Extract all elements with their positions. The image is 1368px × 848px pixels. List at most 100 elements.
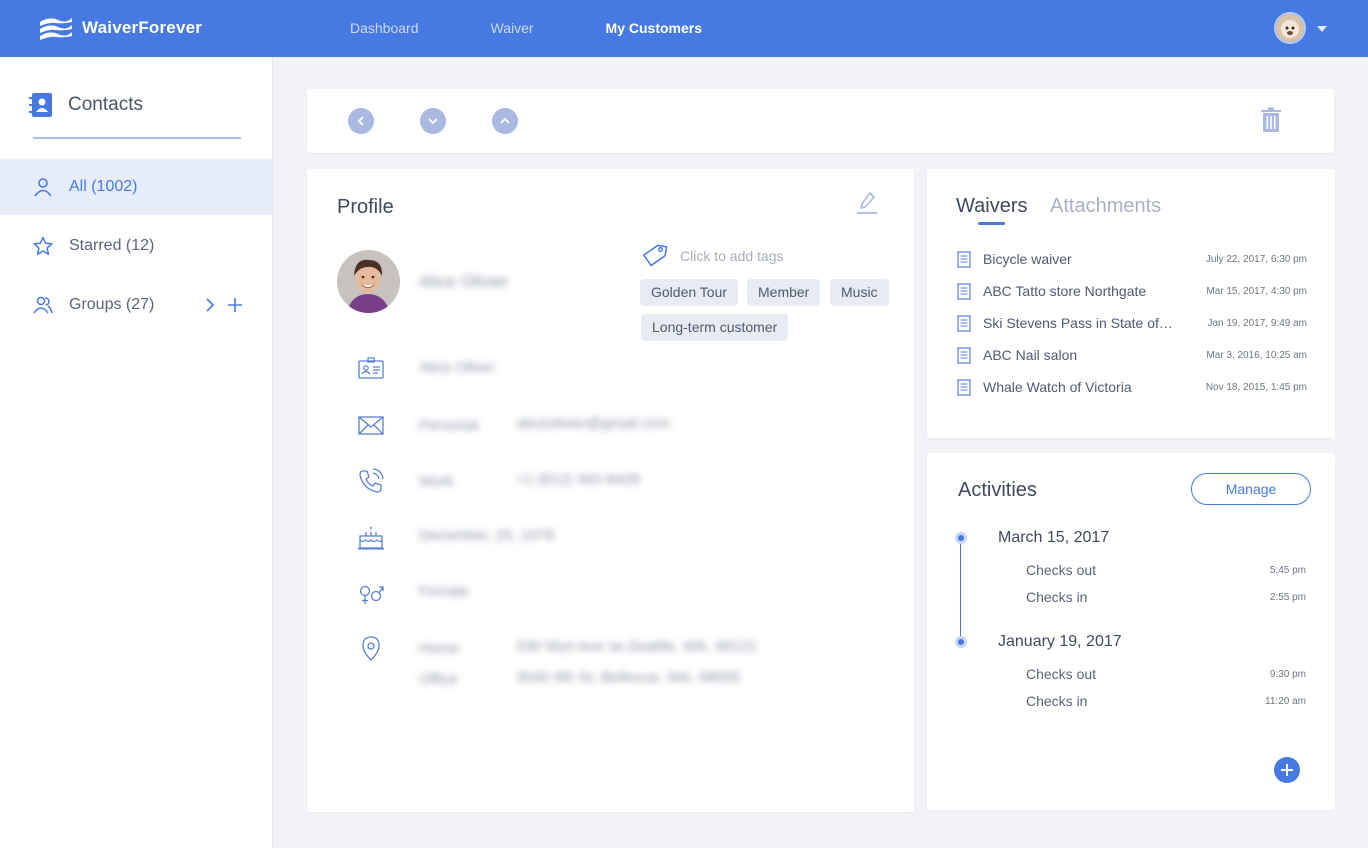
tab-attachments[interactable]: Attachments <box>1050 195 1161 218</box>
sidebar: Contacts All (1002) Starred (12) Groups … <box>0 57 273 848</box>
delete-trash-icon[interactable] <box>1260 107 1282 133</box>
activity-event-name: Checks out <box>1026 562 1097 578</box>
add-group-icon[interactable] <box>226 296 244 314</box>
activities-title: Activities <box>958 479 1037 501</box>
activity-event: Checks in 2:55 pm <box>1026 589 1306 605</box>
user-avatar[interactable] <box>1274 12 1306 44</box>
add-activity-button[interactable] <box>1274 757 1300 783</box>
id-card-icon <box>358 357 384 379</box>
avatar-image <box>1276 14 1304 42</box>
document-icon <box>957 250 971 268</box>
waiver-date: Nov 18, 2015, 1:45 pm <box>1205 381 1307 393</box>
waiver-row[interactable]: Ski Stevens Pass in State of… Jan 19, 20… <box>957 311 1307 335</box>
chevron-right-icon[interactable] <box>202 296 218 314</box>
mail-icon <box>358 416 384 435</box>
active-tab-indicator <box>978 222 1005 225</box>
timeline-dot <box>955 636 967 648</box>
email-value: aliceolivier@gmail.com <box>516 415 670 432</box>
waiver-row[interactable]: Whale Watch of Victoria Nov 18, 2015, 1:… <box>957 375 1307 399</box>
activities-card: Activities Manage March 15, 2017 Checks … <box>927 453 1335 810</box>
waiver-name: ABC Nail salon <box>983 347 1078 363</box>
activity-event-name: Checks out <box>1026 666 1097 682</box>
nav-waiver[interactable]: Waiver <box>491 0 534 57</box>
contacts-header: Contacts <box>28 92 143 118</box>
address-office-label: Office <box>419 671 458 688</box>
document-icon <box>957 314 971 332</box>
sidebar-item-label: Starred (12) <box>69 237 155 254</box>
activity-event-time: 5:45 pm <box>1269 564 1306 576</box>
document-icon <box>957 346 971 364</box>
tag-chip[interactable]: Music <box>830 279 889 306</box>
activity-event-name: Checks in <box>1026 693 1088 709</box>
sidebar-item-all[interactable]: All (1002) <box>0 159 272 215</box>
nav-dashboard[interactable]: Dashboard <box>350 0 419 57</box>
users-icon <box>33 296 53 314</box>
contacts-divider <box>33 137 241 139</box>
waiver-name: ABC Tatto store Northgate <box>983 283 1147 299</box>
email-label: Personal <box>419 417 479 434</box>
previous-record-button[interactable] <box>492 108 518 134</box>
manage-button[interactable]: Manage <box>1191 473 1311 505</box>
profile-title: Profile <box>337 196 394 218</box>
nav-my-customers[interactable]: My Customers <box>606 0 702 57</box>
gender-value: Female <box>419 583 470 600</box>
address-home-label: Home <box>419 640 460 657</box>
phone-label: Work <box>419 473 454 490</box>
chevron-up-icon <box>500 117 510 124</box>
add-tags-hint[interactable]: Click to add tags <box>680 248 784 264</box>
record-toolbar <box>307 89 1334 153</box>
waivers-card: Waivers Attachments Bicycle waiver July … <box>927 169 1335 438</box>
activity-event: Checks out 9:30 pm <box>1026 666 1306 682</box>
gender-icon <box>359 585 384 604</box>
activity-event-time: 2:55 pm <box>1269 591 1306 603</box>
contacts-book-icon <box>29 93 52 117</box>
tab-waivers[interactable]: Waivers <box>956 195 1027 218</box>
profile-card: Profile Alice Olivier Click to add tags … <box>307 169 914 812</box>
user-menu-caret-icon[interactable] <box>1317 26 1327 32</box>
waiver-name: Bicycle waiver <box>983 251 1072 267</box>
waiver-date: Jan 19, 2017, 9:49 am <box>1207 317 1307 329</box>
star-icon <box>33 236 53 255</box>
display-name: Alice Oliver <box>419 359 495 376</box>
waiver-row[interactable]: ABC Tatto store Northgate Mar 15, 2017, … <box>957 279 1307 303</box>
back-button[interactable] <box>348 108 374 134</box>
tag-chip[interactable]: Long-term customer <box>641 314 789 341</box>
activity-event: Checks out 5:45 pm <box>1026 562 1306 578</box>
next-record-button[interactable] <box>420 108 446 134</box>
app-name: WaiverForever <box>82 18 203 37</box>
sidebar-item-label: All (1002) <box>69 178 138 195</box>
chevron-left-icon <box>357 116 364 126</box>
timeline-dot <box>955 532 967 544</box>
edit-pencil-icon[interactable] <box>857 191 877 215</box>
logo-icon <box>40 18 72 40</box>
location-pin-icon <box>362 636 380 661</box>
waiver-row[interactable]: ABC Nail salon Mar 3, 2016, 10:25 am <box>957 343 1307 367</box>
phone-icon <box>359 468 384 493</box>
document-icon <box>957 282 971 300</box>
activity-event-name: Checks in <box>1026 589 1088 605</box>
profile-photo <box>337 250 400 313</box>
sidebar-item-starred[interactable]: Starred (12) <box>0 218 272 274</box>
contacts-title: Contacts <box>68 94 143 115</box>
sidebar-item-label: Groups (27) <box>69 296 155 313</box>
activity-event: Checks in 11:20 am <box>1026 693 1306 709</box>
top-bar: WaiverForever Dashboard Waiver My Custom… <box>0 0 1368 57</box>
timeline-line <box>960 539 961 643</box>
tag-chip[interactable]: Golden Tour <box>640 279 739 306</box>
tag-chip[interactable]: Member <box>747 279 821 306</box>
birthday-value: December, 25, 1978 <box>419 527 555 544</box>
phone-value: +1 (812) 492-8428 <box>516 471 640 488</box>
address-office-value: 3540 9th St, Bellevue, WA, 98005 <box>516 669 741 686</box>
document-icon <box>957 378 971 396</box>
activity-event-time: 11:20 am <box>1265 695 1306 707</box>
waiver-name: Ski Stevens Pass in State of… <box>983 315 1173 331</box>
waiver-row[interactable]: Bicycle waiver July 22, 2017, 6:30 pm <box>957 247 1307 271</box>
waiver-date: Mar 15, 2017, 4:30 pm <box>1206 285 1307 297</box>
main-nav: Dashboard Waiver My Customers <box>350 0 774 57</box>
logo[interactable]: WaiverForever <box>38 14 202 42</box>
sidebar-item-groups[interactable]: Groups (27) <box>0 277 272 333</box>
tag-icon[interactable] <box>642 242 668 268</box>
birthday-cake-icon <box>358 526 384 550</box>
address-home-value: 330 Wyn Ave se,Seattle, WA, 98121 <box>516 638 757 655</box>
activity-event-time: 9:30 pm <box>1269 668 1306 680</box>
